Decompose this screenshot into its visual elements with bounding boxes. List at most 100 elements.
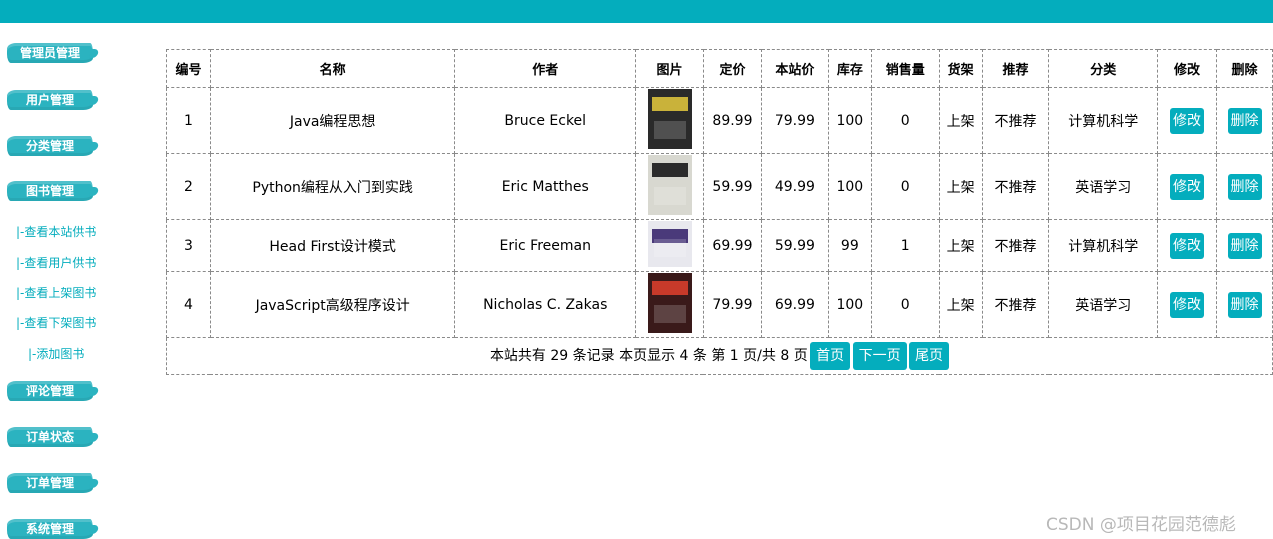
cell-sold: 0 bbox=[870, 271, 940, 338]
cell-edit: 修改 bbox=[1157, 219, 1217, 272]
cell-stock: 99 bbox=[827, 219, 872, 272]
edit-button[interactable]: 修改 bbox=[1170, 291, 1205, 318]
cell-price: 69.99 bbox=[702, 219, 762, 272]
menu-system-management[interactable]: 系统管理 bbox=[7, 519, 93, 539]
sublink-view-site-books[interactable]: |-查看本站供书 bbox=[16, 223, 96, 240]
main-content: 编号 名称 作者 图片 定价 本站价 库存 销售量 货架 推荐 分类 修改 删除… bbox=[166, 49, 1273, 375]
cell-delete: 删除 bbox=[1216, 153, 1273, 220]
cell-name: Java编程思想 bbox=[209, 87, 456, 154]
delete-button[interactable]: 删除 bbox=[1227, 107, 1262, 134]
pager: 本站共有 29 条记录 本页显示 4 条 第 1 页/共 8 页 首页 下一页 … bbox=[166, 337, 1273, 375]
cell-price: 59.99 bbox=[702, 153, 762, 220]
menu-order-status[interactable]: 订单状态 bbox=[7, 427, 93, 447]
cell-name: JavaScript高级程序设计 bbox=[209, 271, 456, 338]
header-shelf: 货架 bbox=[938, 49, 983, 88]
sublink-add-book[interactable]: |-添加图书 bbox=[28, 345, 84, 362]
header-delete: 删除 bbox=[1216, 49, 1273, 88]
top-bar bbox=[0, 0, 1273, 23]
book-cover-image bbox=[647, 155, 692, 215]
header-id: 编号 bbox=[166, 49, 211, 88]
header-site-price: 本站价 bbox=[760, 49, 829, 88]
cell-category: 计算机科学 bbox=[1048, 87, 1159, 154]
header-image: 图片 bbox=[635, 49, 704, 88]
book-cover-image bbox=[647, 89, 692, 149]
cell-image bbox=[635, 87, 704, 154]
delete-button[interactable]: 删除 bbox=[1227, 232, 1262, 259]
menu-book-management[interactable]: 图书管理 bbox=[7, 181, 93, 201]
cell-site-price: 49.99 bbox=[760, 153, 829, 220]
cell-author: Eric Freeman bbox=[454, 219, 637, 272]
cell-site-price: 69.99 bbox=[760, 271, 829, 338]
header-category: 分类 bbox=[1048, 49, 1159, 88]
cell-sold: 0 bbox=[870, 153, 940, 220]
cell-id: 4 bbox=[166, 271, 211, 338]
cell-name: Head First设计模式 bbox=[209, 219, 456, 272]
menu-user-management[interactable]: 用户管理 bbox=[7, 90, 93, 110]
menu-category-management[interactable]: 分类管理 bbox=[7, 136, 93, 156]
header-stock: 库存 bbox=[827, 49, 872, 88]
header-price: 定价 bbox=[702, 49, 762, 88]
books-table: 编号 名称 作者 图片 定价 本站价 库存 销售量 货架 推荐 分类 修改 删除… bbox=[166, 49, 1273, 375]
cell-price: 79.99 bbox=[702, 271, 762, 338]
table-row: 4 JavaScript高级程序设计 Nicholas C. Zakas 79.… bbox=[166, 271, 1273, 338]
cell-stock: 100 bbox=[827, 271, 872, 338]
cell-author: Nicholas C. Zakas bbox=[454, 271, 637, 338]
cell-category: 英语学习 bbox=[1048, 271, 1159, 338]
cell-edit: 修改 bbox=[1157, 87, 1217, 154]
book-cover-image bbox=[647, 273, 692, 333]
header-sold: 销售量 bbox=[870, 49, 940, 88]
sublink-view-user-books[interactable]: |-查看用户供书 bbox=[16, 254, 96, 271]
cell-recommend: 不推荐 bbox=[981, 219, 1050, 272]
cell-sold: 0 bbox=[870, 87, 940, 154]
cell-site-price: 79.99 bbox=[760, 87, 829, 154]
cell-stock: 100 bbox=[827, 153, 872, 220]
header-edit: 修改 bbox=[1157, 49, 1217, 88]
cell-author: Eric Matthes bbox=[454, 153, 637, 220]
cell-image bbox=[635, 219, 704, 272]
header-name: 名称 bbox=[209, 49, 456, 88]
menu-admin-management[interactable]: 管理员管理 bbox=[7, 43, 93, 63]
cell-category: 英语学习 bbox=[1048, 153, 1159, 220]
sublink-view-shelved-books[interactable]: |-查看上架图书 bbox=[16, 284, 96, 301]
cell-shelf: 上架 bbox=[938, 271, 983, 338]
cell-stock: 100 bbox=[827, 87, 872, 154]
next-page-button[interactable]: 下一页 bbox=[852, 342, 907, 370]
cell-edit: 修改 bbox=[1157, 271, 1217, 338]
cell-shelf: 上架 bbox=[938, 87, 983, 154]
cell-category: 计算机科学 bbox=[1048, 219, 1159, 272]
cell-sold: 1 bbox=[870, 219, 940, 272]
cell-delete: 删除 bbox=[1216, 87, 1273, 154]
delete-button[interactable]: 删除 bbox=[1227, 291, 1262, 318]
cell-id: 1 bbox=[166, 87, 211, 154]
menu-order-management[interactable]: 订单管理 bbox=[7, 473, 93, 493]
sublink-view-unshelved-books[interactable]: |-查看下架图书 bbox=[16, 314, 96, 331]
pager-summary: 本站共有 29 条记录 本页显示 4 条 第 1 页/共 8 页 bbox=[489, 348, 808, 364]
pager-row: 本站共有 29 条记录 本页显示 4 条 第 1 页/共 8 页 首页 下一页 … bbox=[166, 337, 1273, 375]
edit-button[interactable]: 修改 bbox=[1170, 173, 1205, 200]
menu-comment-management[interactable]: 评论管理 bbox=[7, 381, 93, 401]
cell-image bbox=[635, 271, 704, 338]
cell-shelf: 上架 bbox=[938, 219, 983, 272]
cell-recommend: 不推荐 bbox=[981, 153, 1050, 220]
edit-button[interactable]: 修改 bbox=[1170, 107, 1205, 134]
cell-shelf: 上架 bbox=[938, 153, 983, 220]
cell-site-price: 59.99 bbox=[760, 219, 829, 272]
cell-recommend: 不推荐 bbox=[981, 271, 1050, 338]
cell-image bbox=[635, 153, 704, 220]
last-page-button[interactable]: 尾页 bbox=[909, 342, 950, 370]
table-row: 2 Python编程从入门到实践 Eric Matthes 59.99 49.9… bbox=[166, 153, 1273, 220]
sidebar: 管理员管理 用户管理 分类管理 图书管理 |-查看本站供书 |-查看用户供书 |… bbox=[0, 23, 160, 539]
cell-recommend: 不推荐 bbox=[981, 87, 1050, 154]
header-author: 作者 bbox=[454, 49, 637, 88]
table-row: 3 Head First设计模式 Eric Freeman 69.99 59.9… bbox=[166, 219, 1273, 272]
delete-button[interactable]: 删除 bbox=[1227, 173, 1262, 200]
cell-id: 3 bbox=[166, 219, 211, 272]
watermark: CSDN @项目花园范德彪 bbox=[1046, 515, 1236, 535]
first-page-button[interactable]: 首页 bbox=[810, 342, 851, 370]
cell-name: Python编程从入门到实践 bbox=[209, 153, 456, 220]
cell-delete: 删除 bbox=[1216, 219, 1273, 272]
book-cover-image bbox=[647, 221, 692, 267]
edit-button[interactable]: 修改 bbox=[1170, 232, 1205, 259]
cell-price: 89.99 bbox=[702, 87, 762, 154]
cell-author: Bruce Eckel bbox=[454, 87, 637, 154]
